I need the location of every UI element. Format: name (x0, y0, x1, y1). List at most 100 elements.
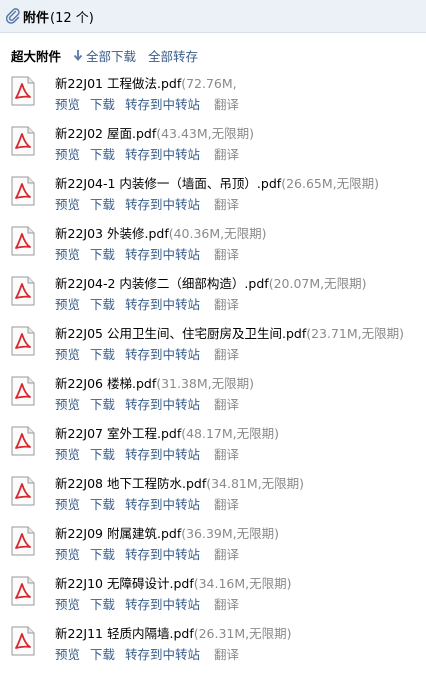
attachment-info: 新22J02 屋面.pdf(43.43M,无限期) 预览 下载 转存到中转站 翻译 (55, 123, 254, 173)
attachment-meta: (48.17M,无限期) (181, 426, 280, 441)
attachment-list: 新22J01 工程做法.pdf(72.76M, 预览 下载 转存到中转站 翻译 新22… (0, 73, 426, 673)
attachment-name-line: 新22J04-2 内装修二（细部构造）.pdf(20.07M,无限期) (55, 274, 366, 294)
translate-link[interactable]: 翻译 (214, 297, 239, 312)
preview-link[interactable]: 预览 (55, 347, 80, 362)
pdf-file-icon[interactable] (11, 226, 35, 256)
download-link[interactable]: 下载 (90, 647, 115, 662)
attachment-info: 新22J05 公用卫生间、住宅厨房及卫生间.pdf(23.71M,无限期) 预览… (55, 323, 404, 373)
preview-link[interactable]: 预览 (55, 597, 80, 612)
attachment-meta: (72.76M, (181, 76, 237, 91)
attachment-filename[interactable]: 新22J05 公用卫生间、住宅厨房及卫生间.pdf (55, 326, 306, 341)
download-link[interactable]: 下载 (90, 147, 115, 162)
translate-link[interactable]: 翻译 (214, 647, 239, 662)
preview-link[interactable]: 预览 (55, 497, 80, 512)
translate-link[interactable]: 翻译 (214, 197, 239, 212)
download-link[interactable]: 下载 (90, 597, 115, 612)
forward-link[interactable]: 转存到中转站 (125, 297, 200, 312)
attachment-filename[interactable]: 新22J03 外装修.pdf (55, 226, 169, 241)
attachment-filename[interactable]: 新22J02 屋面.pdf (55, 126, 156, 141)
translate-link[interactable]: 翻译 (214, 447, 239, 462)
download-link[interactable]: 下载 (90, 297, 115, 312)
translate-link[interactable]: 翻译 (214, 347, 239, 362)
forward-link[interactable]: 转存到中转站 (125, 347, 200, 362)
forward-all-button[interactable]: 全部转存 (148, 46, 198, 65)
attachment-info: 新22J04-2 内装修二（细部构造）.pdf(20.07M,无限期) 预览 下载… (55, 273, 366, 323)
preview-link[interactable]: 预览 (55, 97, 80, 112)
attachment-item: 新22J04-2 内装修二（细部构造）.pdf(20.07M,无限期) 预览 下载… (11, 273, 426, 323)
forward-link[interactable]: 转存到中转站 (125, 247, 200, 262)
pdf-file-icon[interactable] (11, 476, 35, 506)
preview-link[interactable]: 预览 (55, 547, 80, 562)
large-attachments-label: 超大附件 (11, 48, 62, 64)
attachment-info: 新22J09 附属建筑.pdf(36.39M,无限期) 预览 下载 转存到中转站 翻译 (55, 523, 279, 573)
download-link[interactable]: 下载 (90, 197, 115, 212)
download-link[interactable]: 下载 (90, 347, 115, 362)
attachment-info: 新22J04-1 内装修一（墙面、吊顶）.pdf(26.65M,无限期) 预览下… (55, 173, 379, 223)
pdf-file-icon[interactable] (11, 576, 35, 606)
download-link[interactable]: 下载 (90, 397, 115, 412)
paperclip-icon (6, 8, 20, 24)
attachment-item: 新22J09 附属建筑.pdf(36.39M,无限期) 预览 下载 转存到中转站 翻译 (11, 523, 426, 573)
forward-link[interactable]: 转存到中转站 (125, 397, 200, 412)
pdf-file-icon[interactable] (11, 126, 35, 156)
translate-link[interactable]: 翻译 (214, 547, 239, 562)
forward-link[interactable]: 转存到中转站 (125, 497, 200, 512)
pdf-file-icon[interactable] (11, 326, 35, 356)
attachment-name-line: 新22J06 楼梯.pdf(31.38M,无限期) (55, 374, 254, 394)
attachment-meta: (34.16M,无限期) (193, 576, 292, 591)
pdf-file-icon[interactable] (11, 526, 35, 556)
translate-link[interactable]: 翻译 (214, 497, 239, 512)
download-link[interactable]: 下载 (90, 247, 115, 262)
pdf-file-icon[interactable] (11, 276, 35, 306)
attachment-actions: 预览 下载 转存到中转站 翻译 (55, 444, 279, 466)
attachment-meta: (23.71M,无限期) (306, 326, 405, 341)
preview-link[interactable]: 预览 (55, 397, 80, 412)
download-link[interactable]: 下载 (90, 547, 115, 562)
attachment-filename[interactable]: 新22J07 室外工程.pdf (55, 426, 181, 441)
pdf-file-icon[interactable] (11, 426, 35, 456)
attachment-filename[interactable]: 新22J01 工程做法.pdf (55, 76, 181, 91)
attachment-info: 新22J11 轻质内隔墙.pdf(26.31M,无限期) 预览 下载 转存到中转站翻… (55, 623, 292, 673)
forward-link[interactable]: 转存到中转站 (125, 197, 200, 212)
preview-link[interactable]: 预览 (55, 297, 80, 312)
attachment-name-line: 新22J02 屋面.pdf(43.43M,无限期) (55, 124, 254, 144)
attachment-filename[interactable]: 新22J06 楼梯.pdf (55, 376, 156, 391)
translate-link[interactable]: 翻译 (214, 147, 239, 162)
download-all-button[interactable]: 全部下载 (73, 46, 136, 65)
preview-link[interactable]: 预览 (55, 147, 80, 162)
download-link[interactable]: 下载 (90, 97, 115, 112)
attachment-meta: (34.81M,无限期) (206, 476, 305, 491)
attachment-filename[interactable]: 新22J04-1 内装修一（墙面、吊顶）.pdf (55, 176, 281, 191)
preview-link[interactable]: 预览 (55, 247, 80, 262)
preview-link[interactable]: 预览 (55, 447, 80, 462)
attachment-actions: 预览 下载 转存到中转站 翻译 (55, 494, 304, 516)
forward-link[interactable]: 转存到中转站 (125, 447, 200, 462)
translate-link[interactable]: 翻译 (214, 247, 239, 262)
preview-link[interactable]: 预览 (55, 647, 80, 662)
download-link[interactable]: 下载 (90, 497, 115, 512)
attachment-meta: (26.31M,无限期) (193, 626, 292, 641)
attachment-name-line: 新22J11 轻质内隔墙.pdf(26.31M,无限期) (55, 624, 292, 644)
pdf-file-icon[interactable] (11, 376, 35, 406)
attachment-filename[interactable]: 新22J04-2 内装修二（细部构造）.pdf (55, 276, 269, 291)
translate-link[interactable]: 翻译 (214, 97, 239, 112)
preview-link[interactable]: 预览 (55, 197, 80, 212)
forward-link[interactable]: 转存到中转站 (125, 147, 200, 162)
attachment-filename[interactable]: 新22J08 地下工程防水.pdf (55, 476, 206, 491)
translate-link[interactable]: 翻译 (214, 397, 239, 412)
attachment-filename[interactable]: 新22J11 轻质内隔墙.pdf (55, 626, 194, 641)
pdf-file-icon[interactable] (11, 76, 35, 106)
download-link[interactable]: 下载 (90, 447, 115, 462)
attachment-item: 新22J10 无障碍设计.pdf(34.16M,无限期) 预览 下载 转存到中转站翻… (11, 573, 426, 623)
attachment-meta: (31.38M,无限期) (156, 376, 255, 391)
attachment-filename[interactable]: 新22J10 无障碍设计.pdf (55, 576, 194, 591)
attachment-filename[interactable]: 新22J09 附属建筑.pdf (55, 526, 181, 541)
pdf-file-icon[interactable] (11, 626, 35, 656)
pdf-file-icon[interactable] (11, 176, 35, 206)
forward-link[interactable]: 转存到中转站 (125, 597, 200, 612)
download-all-label: 全部下载 (86, 48, 137, 64)
forward-link[interactable]: 转存到中转站 (125, 97, 200, 112)
forward-link[interactable]: 转存到中转站 (125, 547, 200, 562)
forward-link[interactable]: 转存到中转站 (125, 647, 200, 662)
translate-link[interactable]: 翻译 (214, 597, 239, 612)
